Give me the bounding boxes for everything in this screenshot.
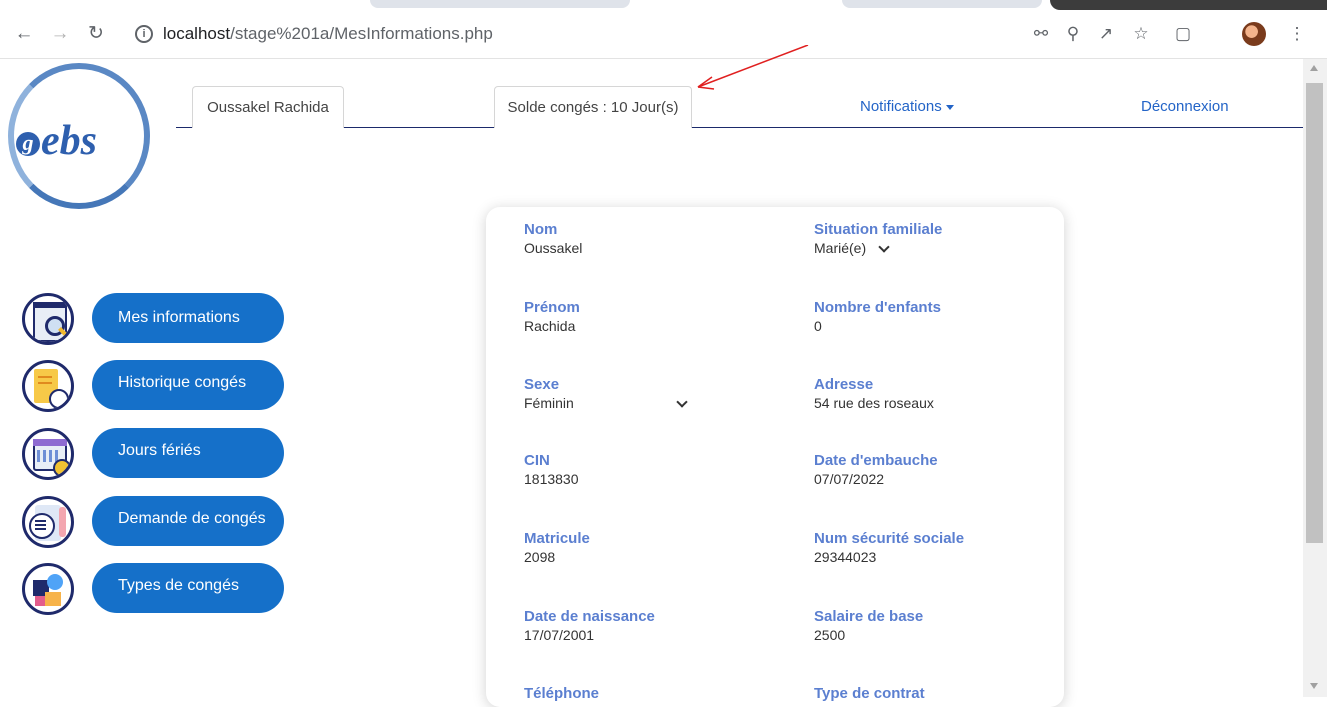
field-value: 2098: [524, 549, 556, 565]
list-document-icon: [22, 496, 74, 548]
scroll-up-icon[interactable]: [1310, 65, 1318, 71]
field-value: 54 rue des roseaux: [814, 395, 934, 411]
field-nom: Nom Oussakel: [524, 221, 774, 257]
field-cin: CIN 1813830: [524, 452, 774, 488]
info-card: Nom Oussakel Prénom Rachida Sexe Féminin…: [486, 207, 1064, 707]
top-strip: [0, 0, 1327, 14]
sexe-selected-value: Féminin: [524, 395, 574, 411]
field-label: Date d'embauche: [814, 452, 938, 469]
reload-icon[interactable]: ↻: [85, 23, 107, 45]
key-icon[interactable]: ⚯: [1030, 23, 1052, 45]
field-situation-familiale: Situation familiale Marié(e): [814, 221, 1064, 257]
field-value: 1813830: [524, 471, 579, 487]
chevron-down-icon: [676, 396, 688, 408]
magnifier-document-icon: [22, 293, 74, 345]
browser-tab-shadow: [842, 0, 1042, 8]
clock-notepad-icon: [22, 360, 74, 412]
overlay-strip: [1050, 0, 1327, 10]
field-label: Salaire de base: [814, 608, 924, 625]
field-label: Nombre d'enfants: [814, 299, 941, 316]
field-date-naissance: Date de naissance 17/07/2001: [524, 608, 774, 644]
menu-dots-icon[interactable]: ⋮: [1286, 23, 1308, 45]
field-label: Matricule: [524, 530, 590, 547]
field-value: 29344023: [814, 549, 877, 565]
field-label: Sexe: [524, 376, 560, 393]
notifications-dropdown[interactable]: Notifications: [860, 86, 954, 128]
field-label: Date de naissance: [524, 608, 655, 625]
sidebar-item-label: Types de congés: [92, 563, 284, 613]
caret-down-icon: [945, 104, 954, 110]
chevron-down-icon: [878, 241, 890, 253]
sidebar-item-label: Historique congés: [92, 360, 284, 410]
address-bar[interactable]: i localhost/stage%201a/MesInformations.p…: [135, 20, 1075, 50]
annotation-arrow: [697, 45, 809, 90]
nav-underline: [176, 127, 1303, 128]
field-sexe: Sexe Féminin: [524, 376, 774, 412]
forward-icon[interactable]: →: [49, 23, 71, 45]
field-label: Adresse: [814, 376, 874, 393]
profile-avatar[interactable]: [1242, 22, 1266, 46]
field-value: Rachida: [524, 318, 576, 334]
puzzle-icon: [22, 563, 74, 615]
field-value: 17/07/2001: [524, 627, 595, 643]
field-label: Num sécurité sociale: [814, 530, 965, 547]
field-nombre-enfants: Nombre d'enfants 0: [814, 299, 1064, 335]
sidebar-item-types-conges[interactable]: Types de congés: [22, 563, 284, 615]
sidebar-item-demande-conges[interactable]: Demande de congés: [22, 496, 284, 548]
zoom-icon[interactable]: ⚲: [1062, 23, 1084, 45]
field-date-embauche: Date d'embauche 07/07/2022: [814, 452, 1064, 488]
field-label: Téléphone: [524, 685, 600, 702]
field-num-securite-sociale: Num sécurité sociale 29344023: [814, 530, 1064, 566]
field-telephone: Téléphone: [524, 685, 774, 703]
bookmark-star-icon[interactable]: ☆: [1130, 23, 1152, 45]
side-panel-icon[interactable]: ▢: [1172, 23, 1194, 45]
situation-select[interactable]: Marié(e): [814, 239, 1064, 257]
sidebar-item-label: Demande de congés: [92, 496, 284, 546]
field-value: 2500: [814, 627, 846, 643]
field-prenom: Prénom Rachida: [524, 299, 774, 335]
calendar-check-icon: [22, 428, 74, 480]
sexe-select[interactable]: Féminin: [524, 394, 688, 412]
site-info-icon[interactable]: i: [135, 25, 153, 43]
field-label: Nom: [524, 221, 558, 238]
browser-tab-shadow: [370, 0, 630, 8]
logout-link[interactable]: Déconnexion: [1141, 86, 1229, 128]
notifications-label: Notifications: [860, 98, 942, 115]
logo-text: g ebs: [16, 117, 97, 165]
browser-toolbar: ← → ↻ i localhost/stage%201a/MesInformat…: [0, 14, 1327, 59]
field-type-contrat: Type de contrat: [814, 685, 1064, 703]
scrollbar-thumb[interactable]: [1306, 83, 1323, 543]
field-label: Prénom: [524, 299, 580, 316]
field-salaire-base: Salaire de base 2500: [814, 608, 1064, 644]
page: g ebs Oussakel Rachida Solde congés : 10 …: [0, 45, 1303, 707]
gebs-logo[interactable]: g ebs: [8, 63, 156, 215]
field-label: Type de contrat: [814, 685, 925, 702]
sidebar-item-label: Mes informations: [92, 293, 284, 343]
solde-conges-tab[interactable]: Solde congés : 10 Jour(s): [494, 86, 692, 128]
scroll-down-icon[interactable]: [1310, 683, 1318, 689]
back-icon[interactable]: ←: [13, 23, 35, 45]
field-value: 07/07/2022: [814, 471, 885, 487]
sidebar-item-jours-feries[interactable]: Jours fériés: [22, 428, 284, 480]
sidebar-item-label: Jours fériés: [92, 428, 284, 478]
url-text[interactable]: localhost/stage%201a/MesInformations.php: [163, 24, 493, 44]
page-scrollbar[interactable]: [1303, 59, 1327, 697]
sidebar-item-mes-informations[interactable]: Mes informations: [22, 293, 284, 345]
field-label: Situation familiale: [814, 221, 943, 238]
field-value: 0: [814, 318, 822, 334]
field-matricule: Matricule 2098: [524, 530, 774, 566]
field-adresse: Adresse 54 rue des roseaux: [814, 376, 1064, 412]
sidebar-item-historique-conges[interactable]: Historique congés: [22, 360, 284, 412]
user-name-tab[interactable]: Oussakel Rachida: [192, 86, 344, 128]
situation-selected-value: Marié(e): [814, 240, 867, 256]
share-icon[interactable]: ↗: [1095, 23, 1117, 45]
field-value: Oussakel: [524, 240, 583, 256]
field-label: CIN: [524, 452, 550, 469]
